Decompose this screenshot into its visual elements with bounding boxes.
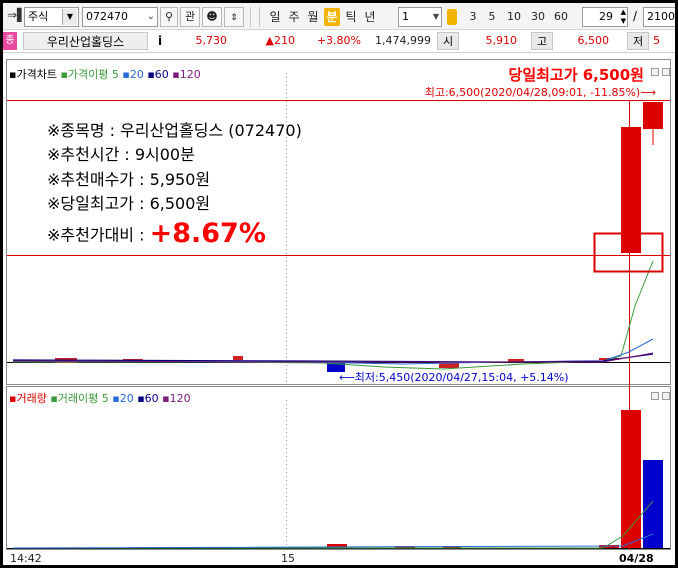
x-axis-label-start: 14:42 (10, 552, 42, 565)
legend-vol-ma60: ▪60 (137, 392, 159, 405)
current-price: 5,730 (195, 34, 228, 47)
spinner-icon: ▲ ▼ (620, 8, 626, 25)
market-select-value: 주식 (28, 10, 49, 23)
stock-tag: 종 (3, 32, 17, 50)
market-select[interactable]: 주식 ▼ (24, 7, 79, 27)
open-value: 5,910 (485, 34, 518, 47)
toolbar-divider (250, 7, 251, 27)
volume-chart-border (6, 386, 671, 550)
period-day[interactable]: 일 (267, 8, 283, 26)
price-chart-panel[interactable]: ▪가격차트 ▪가격이평 5 ▪20 ▪60 ▪120 당일최고가 6,500원 … (3, 56, 675, 386)
high-annotation: 최고:6,500(2020/04/28,09:01, -11.85%)⟶ (424, 86, 656, 99)
count-value: 29 (599, 10, 613, 23)
panel-minimize-button[interactable] (651, 68, 659, 76)
history-candle (233, 356, 243, 360)
stock-code-value: 072470 (86, 10, 128, 23)
ma5-line (13, 260, 654, 370)
volume-bar-0901 (643, 460, 663, 548)
x-axis-label-mid: 15 (281, 552, 295, 565)
period-year[interactable]: 년 (362, 8, 378, 26)
legend-ma5: ▪가격이평 5 (60, 68, 119, 81)
legend-ma20: ▪20 (122, 68, 144, 81)
up-down-arrows-icon: ⇕ (230, 13, 238, 23)
search-button[interactable]: ⚲ (160, 7, 178, 27)
stock-code-input[interactable]: 072470 ⌄ (82, 7, 158, 27)
interval-value: 1 (402, 10, 409, 23)
legend-volume: ▪거래량 (9, 392, 47, 405)
count-separator: / (633, 9, 638, 23)
info-recommend-time: ※추천시간 : 9시00분 (47, 145, 195, 164)
legend-vol-ma5: ▪거래이평 5 (50, 392, 109, 405)
panel-close-button[interactable] (662, 68, 670, 76)
person-button[interactable]: ☻ (202, 7, 222, 27)
interval-marker (447, 9, 457, 25)
volume-chart-svg (6, 386, 671, 550)
high-label: 고 (531, 32, 553, 50)
interval-preset-60[interactable]: 60 (552, 8, 570, 26)
volume-ma5-line (13, 500, 654, 549)
volume-value: 1,474,999 (375, 34, 431, 47)
info-button[interactable]: i (153, 32, 167, 50)
stock-name[interactable]: 우리산업홀딩스 (23, 32, 148, 50)
low-value: 5 (653, 34, 660, 47)
arrows-button[interactable]: ⇕ (224, 7, 244, 27)
info-ratio-label: ※추천가대비 : (47, 225, 150, 245)
low-annotation: ⟵최저:5,450(2020/04/27,15:04, +5.14%) (339, 371, 569, 384)
chevron-down-icon: ▼ (432, 12, 439, 21)
open-label: 시 (437, 32, 459, 50)
legend-ma60: ▪60 (147, 68, 169, 81)
info-stock-name: ※종목명 : 우리산업홀딩스 (072470) (47, 121, 302, 140)
high-value: 6,500 (577, 34, 610, 47)
period-week[interactable]: 주 (286, 8, 302, 26)
low-label: 저 (627, 32, 649, 50)
chart-window: ⇒▌ 주식 ▼ 072470 ⌄ ⚲ 관 ☻ ⇕ 일 주 월 분 틱 년 1 ▼ (3, 3, 675, 565)
interval-preset-30[interactable]: 30 (529, 8, 547, 26)
legend-vol-ma20: ▪20 (112, 392, 134, 405)
chevron-down-icon: ⌄ (146, 11, 155, 22)
interval-preset-10[interactable]: 10 (505, 8, 523, 26)
legend-ma120: ▪120 (172, 68, 201, 81)
search-icon: ⚲ (164, 10, 174, 23)
info-ratio: ※추천가대비 : +8.67% (47, 218, 266, 249)
period-tick[interactable]: 틱 (343, 8, 359, 26)
count-input[interactable]: 29 ▲ ▼ (582, 7, 628, 27)
volume-legend: ▪거래량 ▪거래이평 5 ▪20 ▪60 ▪120 (9, 392, 191, 406)
panel-close-button[interactable] (662, 392, 670, 400)
x-axis-label-end: 04/28 (619, 552, 654, 565)
change-rate: +3.80% (316, 34, 361, 47)
panel-minimize-button[interactable] (651, 392, 659, 400)
period-month[interactable]: 월 (305, 8, 321, 26)
interval-preset-3[interactable]: 3 (464, 8, 482, 26)
info-ratio-value: +8.67% (149, 218, 266, 249)
price-legend: ▪가격차트 ▪가격이평 5 ▪20 ▪60 ▪120 (9, 68, 201, 82)
ma60-line (12, 353, 654, 363)
quote-bar: 종 우리산업홀딩스 i 5,730 ▲210 +3.80% 1,474,999 … (3, 30, 675, 53)
info-buy-price: ※추천매수가 : 5,950원 (47, 170, 211, 189)
toolbar-divider (259, 7, 260, 27)
period-minute[interactable]: 분 (324, 8, 340, 26)
price-change: ▲210 (265, 34, 295, 47)
toolbar: ⇒▌ 주식 ▼ 072470 ⌄ ⚲ 관 ☻ ⇕ 일 주 월 분 틱 년 1 ▼ (3, 3, 675, 30)
max-count-value: 2100 (647, 10, 675, 23)
candle-0901 (643, 102, 663, 129)
interval-select[interactable]: 1 ▼ (398, 7, 442, 27)
legend-price-chart: ▪가격차트 (9, 68, 57, 81)
person-icon: ☻ (206, 10, 218, 23)
info-day-high: ※당일최고가 : 6,500원 (47, 194, 211, 213)
max-count-input[interactable]: 2100 (643, 7, 675, 27)
legend-vol-ma120: ▪120 (162, 392, 191, 405)
volume-chart-panel[interactable]: ▪거래량 ▪거래이평 5 ▪20 ▪60 ▪120 14:42 15 04/28 (3, 386, 675, 565)
chevron-down-icon: ▼ (62, 9, 77, 25)
headline: 당일최고가 6,500원 (508, 66, 644, 84)
interval-preset-5[interactable]: 5 (483, 8, 501, 26)
related-button[interactable]: 관 (180, 7, 200, 27)
